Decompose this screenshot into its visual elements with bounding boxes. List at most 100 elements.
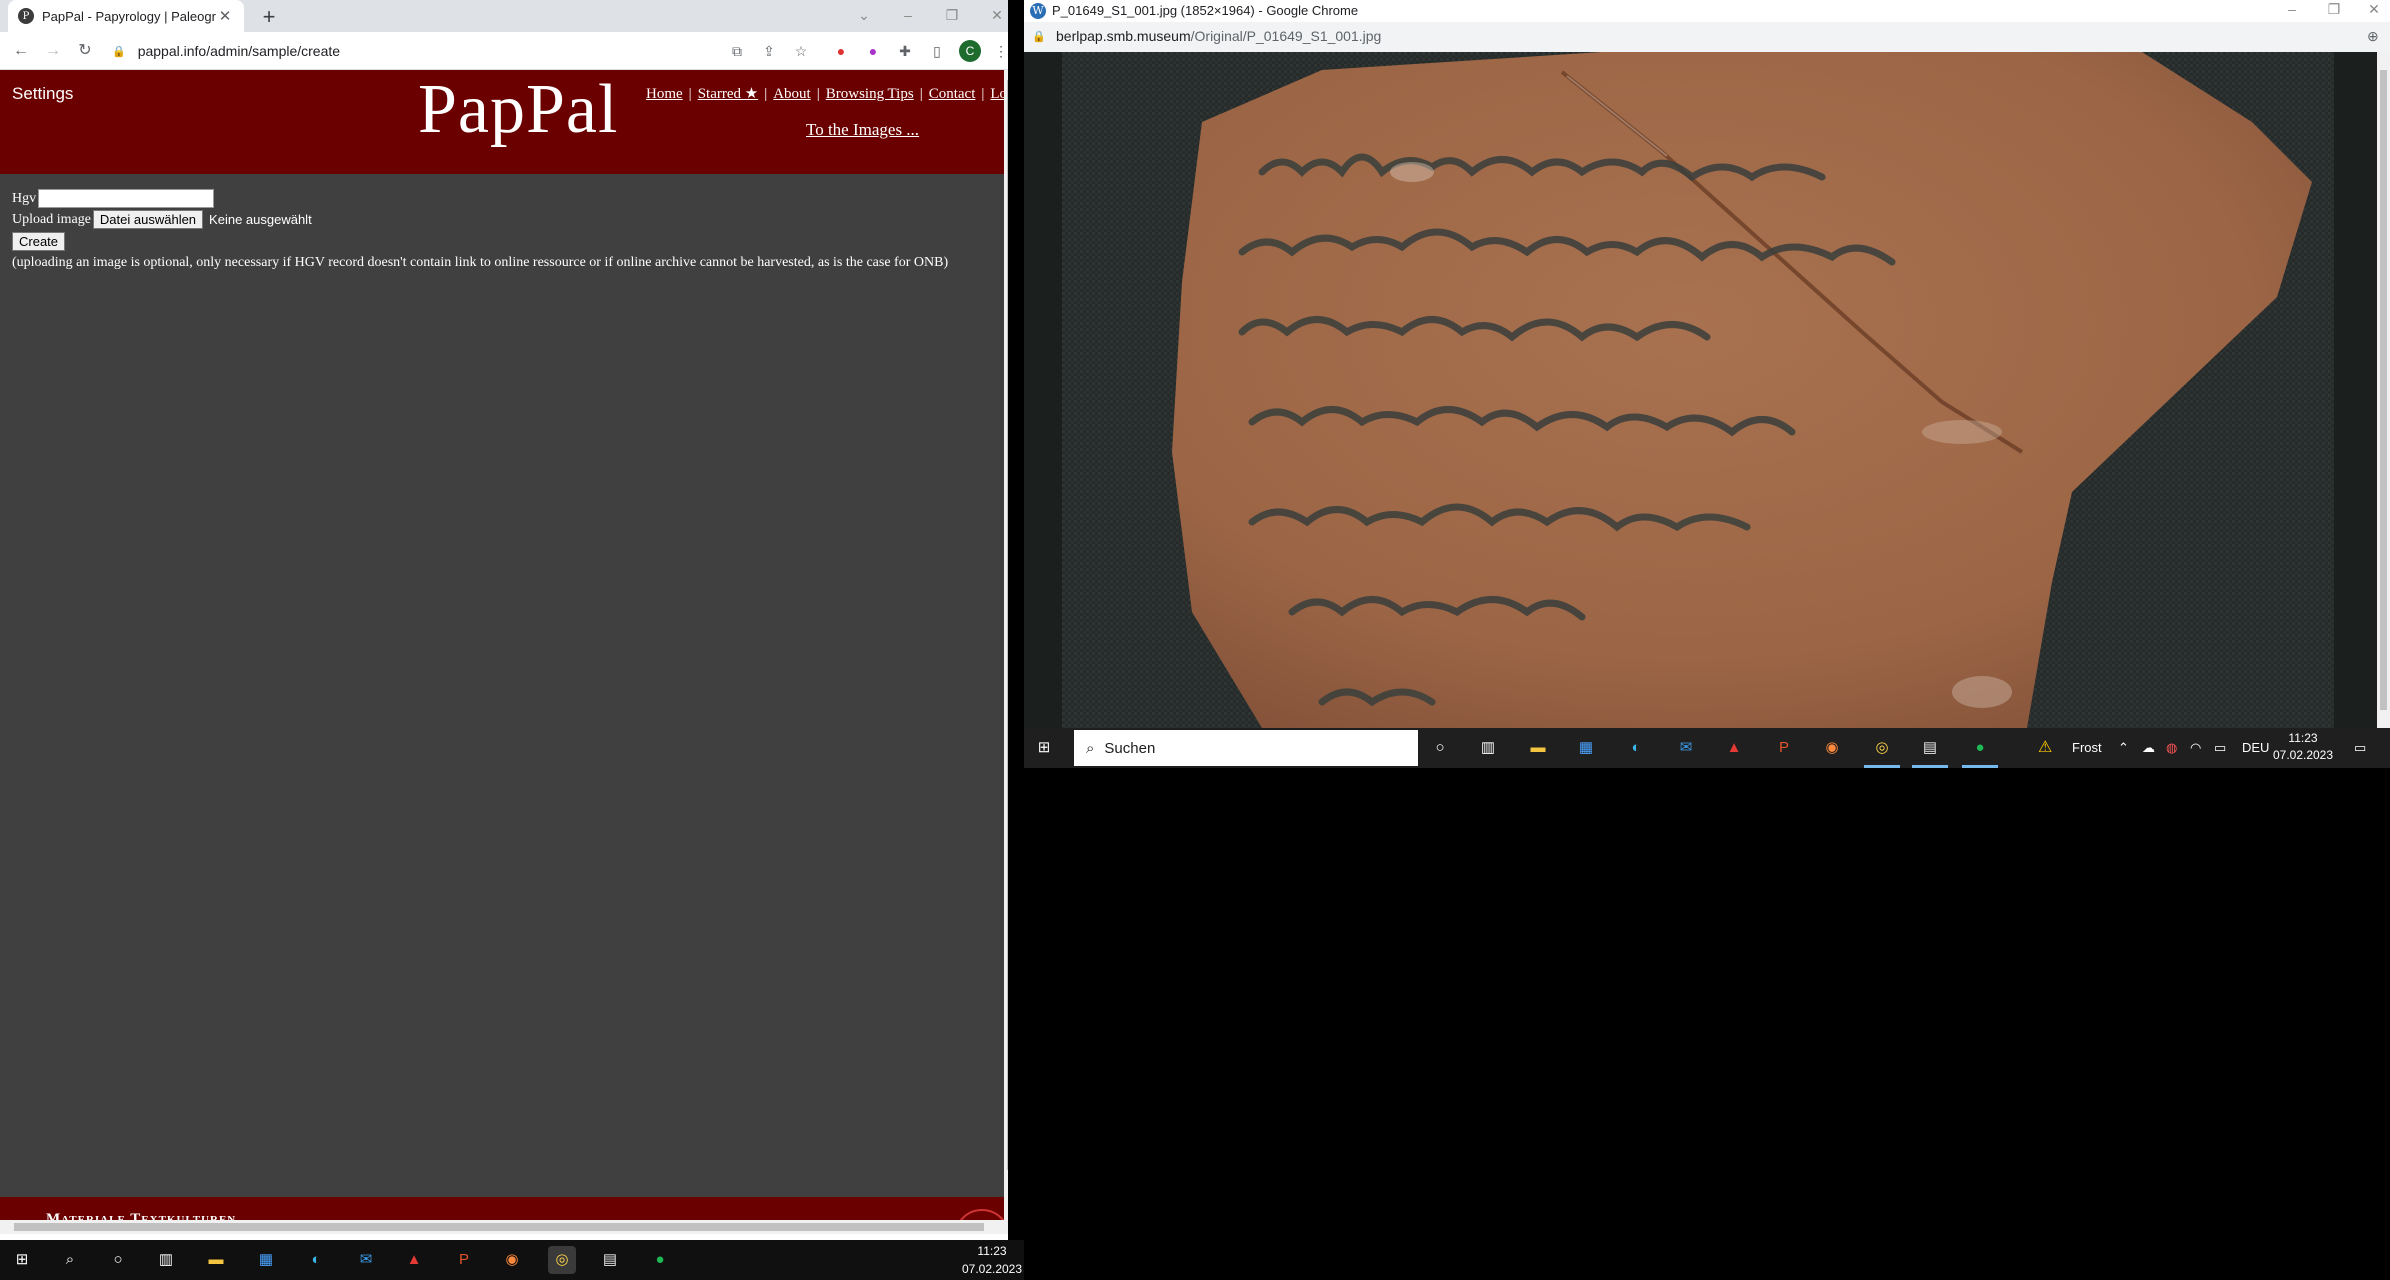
left-clock-date: 07.02.2023 bbox=[961, 1262, 1023, 1276]
acrobat-icon[interactable]: ▲ bbox=[400, 1246, 428, 1274]
right-file-explorer-icon[interactable]: ▬ bbox=[1524, 734, 1552, 762]
right-edge-icon[interactable]: ◐ bbox=[1622, 734, 1650, 762]
edge-icon[interactable]: ◐ bbox=[302, 1246, 330, 1274]
nav-home[interactable]: Home bbox=[646, 86, 683, 102]
store-icon[interactable]: ▦ bbox=[252, 1246, 280, 1274]
right-minimize-button[interactable]: – bbox=[2270, 0, 2314, 17]
create-sample-form: Hgv Upload image Datei auswählen Keine a… bbox=[12, 188, 948, 271]
network-icon[interactable]: ◠ bbox=[2190, 728, 2201, 768]
taskbar-search-box[interactable]: ⌕ Suchen bbox=[1074, 730, 1418, 766]
right-task-view-icon[interactable]: ▥ bbox=[1474, 734, 1502, 762]
hgv-input[interactable] bbox=[38, 189, 215, 208]
extension-purple-icon[interactable]: ● bbox=[862, 40, 884, 62]
cortana-icon[interactable]: ○ bbox=[104, 1246, 132, 1274]
onedrive-icon[interactable]: ☁ bbox=[2142, 728, 2155, 768]
extension-red-icon[interactable]: ● bbox=[830, 40, 852, 62]
tab-pappal[interactable]: P PapPal - Papyrology | Paleograph ✕ bbox=[8, 0, 244, 32]
to-images-link[interactable]: To the Images ... bbox=[806, 120, 919, 140]
right-cortana-icon[interactable]: ○ bbox=[1426, 734, 1454, 762]
choose-file-button[interactable]: Datei auswählen bbox=[92, 210, 204, 229]
chrome-active-indicator bbox=[1864, 765, 1900, 768]
left-browser-window: P PapPal - Papyrology | Paleograph ✕ + ⌄… bbox=[0, 0, 1008, 1240]
right-taskbar: ⊞ ⌕ Suchen ○ ▥ ▬ ▦ ◐ ✉ ▲ P ◉ ◎ ▤ ● ⚠ Fro… bbox=[1024, 728, 2390, 768]
lock-icon: 🔒 bbox=[112, 45, 126, 58]
nav-browsing-tips[interactable]: Browsing Tips bbox=[826, 86, 914, 102]
taskbar-search-placeholder: Suchen bbox=[1104, 739, 1156, 757]
search-icon[interactable]: ⌕ bbox=[56, 1246, 84, 1274]
upload-note: (uploading an image is optional, only ne… bbox=[12, 255, 949, 270]
forward-arrow-icon[interactable]: → bbox=[40, 38, 66, 64]
horizontal-scrollbar-thumb[interactable] bbox=[14, 1223, 984, 1231]
settings-link[interactable]: Settings bbox=[12, 84, 73, 104]
translate-icon[interactable]: ⧉ bbox=[726, 40, 748, 62]
left-clock-time: 11:23 bbox=[977, 1244, 1007, 1258]
menu-kebab-icon[interactable]: ⋮ bbox=[990, 40, 1008, 62]
right-restore-button[interactable]: ❐ bbox=[2312, 0, 2356, 17]
image-viewport bbox=[1024, 52, 2390, 728]
extensions-puzzle-icon[interactable]: ✚ bbox=[894, 40, 916, 62]
mail-icon[interactable]: ✉ bbox=[352, 1246, 380, 1274]
ostracon-image bbox=[1062, 52, 2334, 728]
spotify-icon[interactable]: ● bbox=[646, 1246, 674, 1274]
right-url-path: /Original/P_01649_S1_001.jpg bbox=[1190, 28, 1382, 44]
close-window-button[interactable]: ✕ bbox=[975, 0, 1008, 32]
right-acrobat-icon[interactable]: ▲ bbox=[1720, 734, 1748, 762]
browser-toolbar: ← → ↻ 🔒 pappal.info/admin/sample/create … bbox=[0, 32, 1008, 70]
start-windows-icon[interactable]: ⊞ bbox=[8, 1246, 36, 1274]
language-indicator[interactable]: DEU bbox=[2242, 728, 2269, 768]
back-arrow-icon[interactable]: ← bbox=[8, 38, 34, 64]
battery-icon[interactable]: ▭ bbox=[2214, 728, 2226, 768]
right-window-title: P_01649_S1_001.jpg (1852×1964) - Google … bbox=[1052, 3, 1359, 18]
notifications-icon[interactable]: ▭ bbox=[2354, 728, 2366, 768]
right-taskbar-clock[interactable]: 11:23 07.02.2023 bbox=[2268, 730, 2338, 764]
reload-icon[interactable]: ↻ bbox=[72, 38, 98, 64]
right-address-bar[interactable]: 🔒 berlpap.smb.museum/Original/P_01649_S1… bbox=[1024, 22, 2390, 52]
ostracon-photo[interactable] bbox=[1062, 52, 2334, 728]
right-url: berlpap.smb.museum/Original/P_01649_S1_0… bbox=[1056, 28, 1381, 44]
side-panel-icon[interactable]: ▯ bbox=[926, 40, 948, 62]
profile-avatar[interactable]: C bbox=[959, 40, 981, 62]
nav-starred[interactable]: Starred ★ bbox=[698, 86, 759, 102]
right-close-button[interactable]: ✕ bbox=[2352, 0, 2390, 17]
right-clock-time: 11:23 bbox=[2288, 731, 2318, 745]
restore-button[interactable]: ❐ bbox=[930, 0, 974, 32]
main-nav: Home | Starred ★ | About | Browsing Tips | Conta… bbox=[646, 84, 1008, 103]
nav-about[interactable]: About bbox=[773, 86, 811, 102]
file-explorer-icon[interactable]: ▬ bbox=[202, 1246, 230, 1274]
vertical-scrollbar-thumb[interactable] bbox=[1007, 80, 1008, 1170]
right-start-windows-icon[interactable]: ⊞ bbox=[1030, 734, 1058, 762]
right-mail-icon[interactable]: ✉ bbox=[1672, 734, 1700, 762]
security-icon[interactable]: ◍ bbox=[2166, 728, 2177, 768]
right-scrollbar-thumb[interactable] bbox=[2380, 70, 2387, 710]
weather-text[interactable]: Frost bbox=[2072, 728, 2102, 768]
create-button[interactable]: Create bbox=[12, 231, 66, 251]
right-reader-app-icon[interactable]: ▤ bbox=[1916, 734, 1944, 762]
right-spotify-icon[interactable]: ● bbox=[1966, 734, 1994, 762]
right-chrome-icon[interactable]: ◎ bbox=[1868, 734, 1896, 762]
right-powerpoint-icon[interactable]: P bbox=[1770, 734, 1798, 762]
nav-contact[interactable]: Contact bbox=[929, 86, 976, 102]
powerpoint-icon[interactable]: P bbox=[450, 1246, 478, 1274]
reader-app-icon[interactable]: ▤ bbox=[596, 1246, 624, 1274]
share-icon[interactable]: ⇪ bbox=[758, 40, 780, 62]
tab-strip: P PapPal - Papyrology | Paleograph ✕ + ⌄… bbox=[0, 0, 1008, 32]
new-tab-button[interactable]: + bbox=[256, 4, 282, 30]
wordpress-favicon-icon: W bbox=[1030, 3, 1046, 19]
task-view-icon[interactable]: ▥ bbox=[152, 1246, 180, 1274]
tab-search-icon[interactable]: ⌄ bbox=[842, 0, 886, 32]
pappal-logo[interactable]: PapPal bbox=[418, 70, 618, 150]
address-url: pappal.info/admin/sample/create bbox=[137, 43, 341, 59]
zoom-icon[interactable]: ⊕ bbox=[2367, 28, 2379, 45]
weather-warning-icon[interactable]: ⚠ bbox=[2038, 728, 2052, 768]
close-tab-icon[interactable]: ✕ bbox=[216, 7, 234, 25]
firefox-icon[interactable]: ◉ bbox=[498, 1246, 526, 1274]
address-bar[interactable]: 🔒 pappal.info/admin/sample/create bbox=[112, 37, 712, 65]
right-store-icon[interactable]: ▦ bbox=[1572, 734, 1600, 762]
taskbar-search-icon: ⌕ bbox=[1086, 739, 1095, 757]
right-firefox-icon[interactable]: ◉ bbox=[1818, 734, 1846, 762]
bookmark-star-icon[interactable]: ☆ bbox=[790, 40, 812, 62]
tray-chevron-icon[interactable]: ⌃ bbox=[2118, 728, 2129, 768]
chrome-icon[interactable]: ◎ bbox=[548, 1246, 576, 1274]
left-taskbar-clock[interactable]: 11:23 07.02.2023 bbox=[960, 1242, 1024, 1278]
minimize-button[interactable]: – bbox=[886, 0, 930, 32]
